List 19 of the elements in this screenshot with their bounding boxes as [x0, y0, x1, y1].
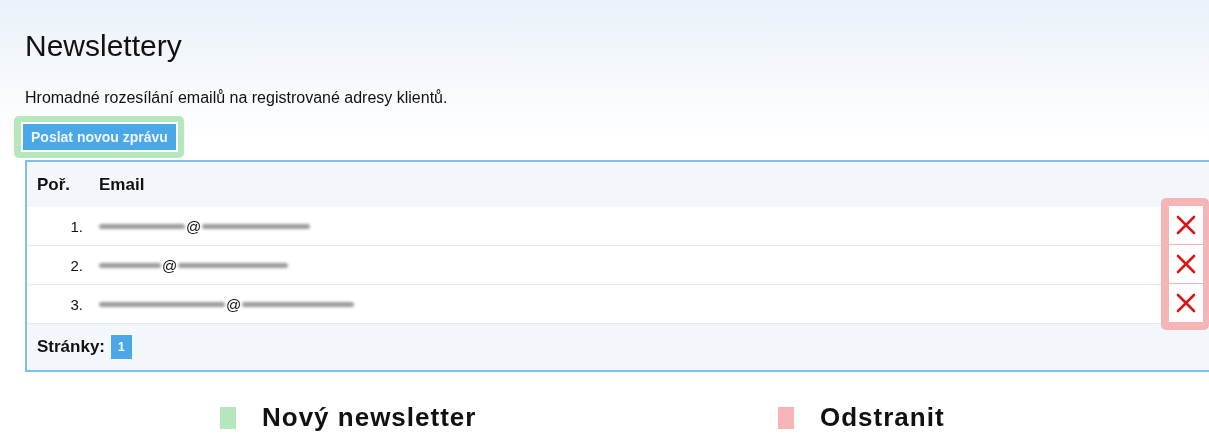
row-number: 1.	[69, 217, 84, 235]
send-message-button[interactable]: Poslat novou zprávu	[21, 122, 178, 152]
email-cell: @	[225, 295, 243, 313]
redaction-blur	[99, 262, 161, 268]
page-link[interactable]: 1	[111, 335, 132, 359]
row-number: 2.	[69, 256, 84, 274]
email-cell: @	[185, 217, 203, 235]
row-number: 3.	[69, 295, 84, 313]
pages-label: Stránky:	[37, 337, 106, 357]
legend-label: Nový newsletter	[262, 402, 477, 433]
delete-icon[interactable]	[1175, 214, 1197, 236]
delete-icon[interactable]	[1175, 292, 1197, 314]
page-description: Hromadné rozesílání emailů na registrované adresy klientů.	[25, 88, 449, 108]
email-cell: @	[161, 256, 179, 274]
delete-icon[interactable]	[1175, 253, 1197, 275]
legend-label: Odstranit	[820, 402, 945, 433]
column-header: Poř.	[37, 174, 72, 195]
page-title: Newslettery	[25, 28, 183, 64]
column-header: Email	[99, 174, 145, 195]
